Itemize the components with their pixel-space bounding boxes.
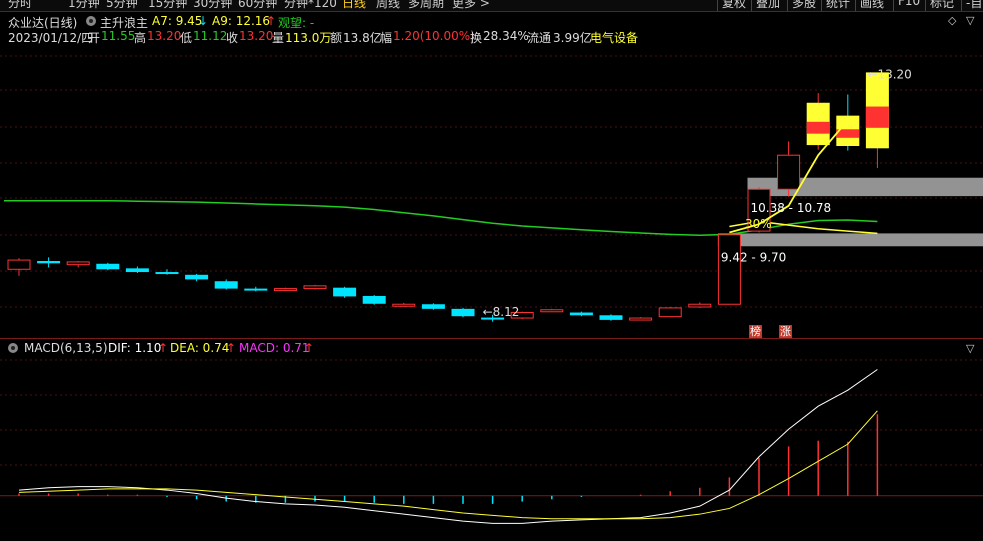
dea-value: DEA: 0.74: [170, 341, 230, 355]
dea-up-arrow-icon: ↑: [226, 341, 237, 355]
rank-badge[interactable]: 榜: [749, 325, 762, 338]
candle-body: [66, 261, 90, 266]
candle-body: [777, 154, 801, 190]
candle-body: [214, 281, 238, 289]
candle-body: [717, 234, 741, 305]
candle-body: [392, 303, 416, 307]
candle-body: [421, 304, 445, 309]
candle-body: [37, 261, 61, 264]
candle-body: [362, 295, 386, 304]
candle-body: [540, 309, 564, 313]
candle-body: [569, 312, 593, 316]
candle-body: [688, 303, 712, 308]
support-band: [717, 233, 983, 247]
dif-line: [18, 369, 878, 524]
candle-body: [155, 272, 179, 275]
macd-name[interactable]: MACD(6,13,5): [24, 341, 108, 355]
candle-body: [96, 263, 120, 270]
band-label: 10.38 - 10.78: [751, 201, 832, 215]
macd-settings-icon[interactable]: [8, 343, 18, 353]
limit-up-badge[interactable]: 涨: [779, 325, 792, 338]
candle-body: [185, 274, 209, 280]
candle-body: [658, 307, 682, 318]
dif-value: DIF: 1.10: [108, 341, 162, 355]
candlestick-chart[interactable]: 10.38 - 10.78 9.42 - 9.70 ←8.12 ←13.20 30%: [0, 0, 983, 541]
candle-body: [125, 268, 149, 273]
price-annotation: 30%: [745, 217, 772, 231]
dif-up-arrow-icon: ↑: [158, 341, 169, 355]
candle-body: [599, 315, 623, 320]
candle-body: [629, 317, 653, 321]
candle-body: [273, 288, 297, 292]
candle-body: [7, 259, 31, 270]
candle-body: [451, 308, 475, 317]
macd-up-arrow-icon: ↑: [304, 341, 315, 355]
candle-body-mark: [806, 121, 830, 134]
pane-divider: [0, 338, 983, 339]
macd-value: MACD: 0.71: [239, 341, 310, 355]
candle-body: [244, 288, 268, 291]
band-label: 9.42 - 9.70: [721, 250, 786, 264]
dea-line: [18, 410, 878, 520]
candle-body: [333, 287, 357, 297]
price-annotation: ←13.20: [867, 67, 911, 81]
candle-body: [303, 285, 327, 290]
candle-body-mark: [865, 106, 889, 128]
price-annotation: ←8.12: [483, 305, 520, 319]
